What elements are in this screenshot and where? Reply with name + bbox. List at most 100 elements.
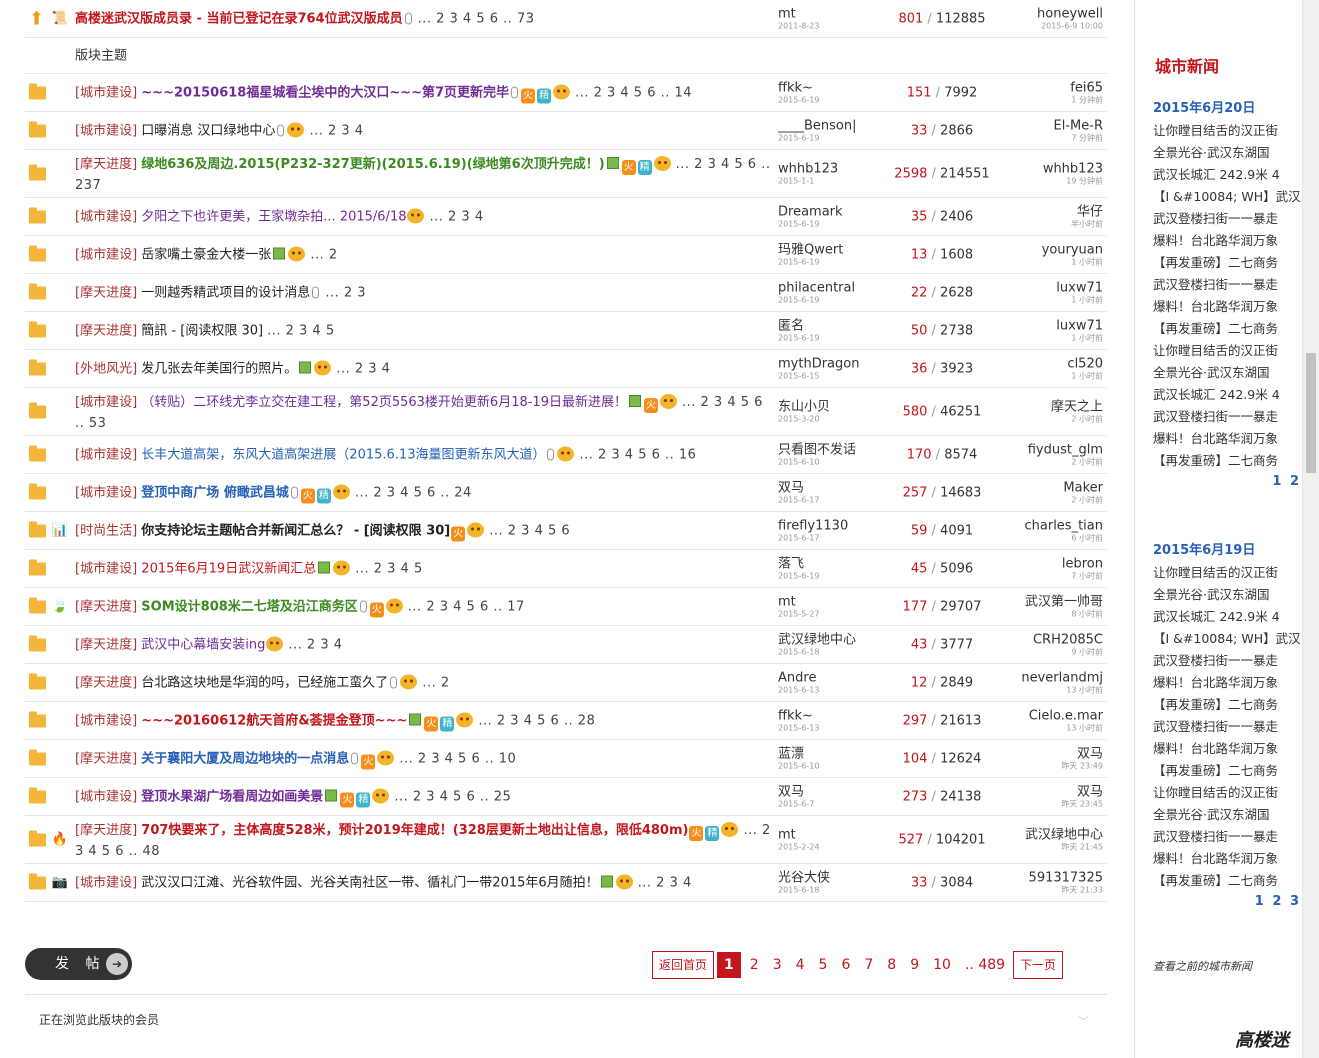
- last-poster-name[interactable]: fiydust_glm: [963, 442, 1103, 457]
- thread-category[interactable]: [城市建设]: [75, 875, 137, 890]
- news-item-link[interactable]: 让你瞠目结舌的汉正街: [1153, 120, 1301, 142]
- page-current[interactable]: 1: [716, 951, 742, 979]
- thread-category[interactable]: [摩天进度]: [75, 323, 137, 338]
- page-link[interactable]: 2: [743, 951, 765, 979]
- news-item-link[interactable]: 爆料！台北路华润万象: [1153, 296, 1301, 318]
- news-item-link[interactable]: 武汉登楼扫街一一暴走: [1153, 208, 1301, 230]
- chevron-down-icon[interactable]: ﹀: [1078, 1013, 1089, 1029]
- author-name[interactable]: 落飞: [778, 556, 898, 571]
- thread-page-links[interactable]: ... 2 3 4 5 6 .. 16: [579, 447, 696, 462]
- thread-category[interactable]: [摩天进度]: [75, 823, 137, 838]
- last-post-time[interactable]: 昨天 23:49: [963, 761, 1103, 771]
- news-item-link[interactable]: 全景光谷·武汉东湖国: [1153, 584, 1301, 606]
- thread-page-links[interactable]: ... 2 3 4 5 6 .. 25: [394, 789, 511, 804]
- thread-category[interactable]: [城市建设]: [75, 485, 137, 500]
- news-item-link[interactable]: 全景光谷·武汉东湖国: [1153, 142, 1301, 164]
- news-item-link[interactable]: 武汉登楼扫街一一暴走: [1153, 826, 1301, 848]
- last-post-time[interactable]: 半小时前: [963, 219, 1103, 229]
- news-item-link[interactable]: 武汉长城汇 242.9米 4: [1153, 164, 1301, 186]
- thread-title-link[interactable]: 绿地636及周边.2015(P232-327更新)(2015.6.19)(绿地第…: [141, 157, 604, 172]
- last-poster-name[interactable]: lebron: [963, 556, 1103, 571]
- thread-page-links[interactable]: ... 2 3 4 5: [355, 561, 423, 576]
- thread-category[interactable]: [摩天进度]: [75, 599, 137, 614]
- page-link[interactable]: 8: [881, 951, 903, 979]
- page-link[interactable]: 7: [858, 951, 880, 979]
- thread-page-links[interactable]: ... 2 3 4 5 6 .. 14: [575, 85, 692, 100]
- thread-title-link[interactable]: 关于襄阳大厦及周边地块的一点消息: [141, 751, 349, 766]
- thread-title-link[interactable]: 一则越秀精武项目的设计消息: [141, 285, 310, 300]
- last-poster-name[interactable]: 武汉绿地中心: [963, 827, 1103, 842]
- author-name[interactable]: Dreamark: [778, 204, 898, 219]
- last-poster-name[interactable]: luxw71: [963, 280, 1103, 295]
- thread-title-link[interactable]: 簡訊 - [阅读权限 30]: [141, 323, 263, 338]
- thread-page-links[interactable]: ... 2 3 4: [638, 875, 692, 890]
- last-poster-name[interactable]: 双马: [963, 784, 1103, 799]
- last-poster-name[interactable]: neverlandmj: [963, 670, 1103, 685]
- author-name[interactable]: mythDragon: [778, 356, 898, 371]
- thread-page-links[interactable]: ... 2 3 4 5 6 .. 73: [418, 11, 535, 26]
- thread-page-links[interactable]: ... 2 3 4: [336, 361, 390, 376]
- last-post-time[interactable]: 1 小时前: [963, 257, 1103, 267]
- thread-category[interactable]: [城市建设]: [75, 123, 137, 138]
- author-name[interactable]: 只看图不发话: [778, 442, 898, 457]
- news-item-link[interactable]: 武汉登楼扫街一一暴走: [1153, 274, 1301, 296]
- page-link[interactable]: 3: [766, 951, 788, 979]
- last-post-time[interactable]: 13 小时前: [963, 685, 1103, 695]
- last-post-time[interactable]: 7 小时前: [963, 571, 1103, 581]
- thread-category[interactable]: [时尚生活]: [75, 523, 137, 538]
- thread-title-link[interactable]: 你支持论坛主题帖合并新闻汇总么？ - [阅读权限 30]: [141, 523, 450, 538]
- news-item-link[interactable]: 【再发重磅】二七商务: [1153, 760, 1301, 782]
- author-name[interactable]: firefly1130: [778, 518, 898, 533]
- thread-page-links[interactable]: ... 2 3 4 5 6 .. 10: [399, 751, 516, 766]
- next-page-button[interactable]: 下一页: [1013, 951, 1064, 979]
- page-link[interactable]: 9: [904, 951, 926, 979]
- last-poster-name[interactable]: youryuan: [963, 242, 1103, 257]
- thread-title-link[interactable]: ~~~20160612航天首府&荟提金登顶~~~: [141, 713, 407, 728]
- thread-category[interactable]: [城市建设]: [75, 447, 137, 462]
- thread-page-links[interactable]: ... 2 3 4: [288, 637, 342, 652]
- news-item-link[interactable]: 【再发重磅】二七商务: [1153, 252, 1301, 274]
- thread-title-link[interactable]: 口曝消息 汉口绿地中心: [141, 123, 275, 138]
- last-post-time[interactable]: 6 小时前: [963, 533, 1103, 543]
- thread-category[interactable]: [摩天进度]: [75, 285, 137, 300]
- news-item-link[interactable]: 【再发重磅】二七商务: [1153, 450, 1301, 472]
- thread-page-links[interactable]: ... 2 3 4 5: [267, 323, 335, 338]
- news-item-link[interactable]: 爆料！台北路华润万象: [1153, 428, 1301, 450]
- last-post-time[interactable]: 13 小时前: [963, 723, 1103, 733]
- last-poster-name[interactable]: cl520: [963, 356, 1103, 371]
- thread-category[interactable]: [城市建设]: [75, 561, 137, 576]
- last-post-time[interactable]: 昨天 23:45: [963, 799, 1103, 809]
- news-page-links[interactable]: 1 2 3: [1153, 894, 1301, 909]
- last-post-time[interactable]: 19 分钟前: [963, 176, 1103, 186]
- thread-category[interactable]: [城市建设]: [75, 247, 137, 262]
- thread-category[interactable]: [外地风光]: [75, 361, 137, 376]
- last-post-time[interactable]: 1 分钟前: [963, 95, 1103, 105]
- thread-page-links[interactable]: ... 2 3 4 5 6: [489, 523, 570, 538]
- thread-category[interactable]: [城市建设]: [75, 395, 137, 410]
- news-item-link[interactable]: 让你瞠目结舌的汉正街: [1153, 782, 1301, 804]
- last-post-time[interactable]: 2 小时前: [963, 414, 1103, 424]
- author-name[interactable]: 光谷大侠: [778, 870, 898, 885]
- news-item-link[interactable]: 爆料！台北路华润万象: [1153, 230, 1301, 252]
- thread-category[interactable]: [城市建设]: [75, 209, 137, 224]
- author-name[interactable]: mt: [778, 594, 898, 609]
- author-name[interactable]: 匿名: [778, 318, 898, 333]
- thread-title-link[interactable]: 2015年6月19日武汉新闻汇总: [141, 561, 316, 576]
- last-post-time[interactable]: 9 小时前: [963, 647, 1103, 657]
- news-item-link[interactable]: 让你瞠目结舌的汉正街: [1153, 340, 1301, 362]
- last-poster-name[interactable]: luxw71: [963, 318, 1103, 333]
- thread-page-links[interactable]: ... 2 3 4: [309, 123, 363, 138]
- author-name[interactable]: 东山小贝: [778, 399, 898, 414]
- thread-page-links[interactable]: ... 2 3 4 5 6 .. 24: [355, 485, 472, 500]
- last-poster-name[interactable]: Maker: [963, 480, 1103, 495]
- author-name[interactable]: ffkk~: [778, 708, 898, 723]
- last-post-time[interactable]: 1 小时前: [963, 333, 1103, 343]
- last-poster-name[interactable]: charles_tian: [963, 518, 1104, 533]
- thread-title-link[interactable]: 夕阳之下也许更美，王家墩杂拍... 2015/6/18: [141, 209, 406, 224]
- thread-page-links[interactable]: ... 2 3 4: [429, 209, 483, 224]
- thread-category[interactable]: [摩天进度]: [75, 675, 137, 690]
- page-link[interactable]: 6: [835, 951, 857, 979]
- thread-title-link[interactable]: ~~~20150618福星城看尘埃中的大汉口~~~第7页更新完毕: [141, 85, 509, 100]
- news-item-link[interactable]: 武汉登楼扫街一一暴走: [1153, 650, 1301, 672]
- last-poster-name[interactable]: 双马: [963, 746, 1103, 761]
